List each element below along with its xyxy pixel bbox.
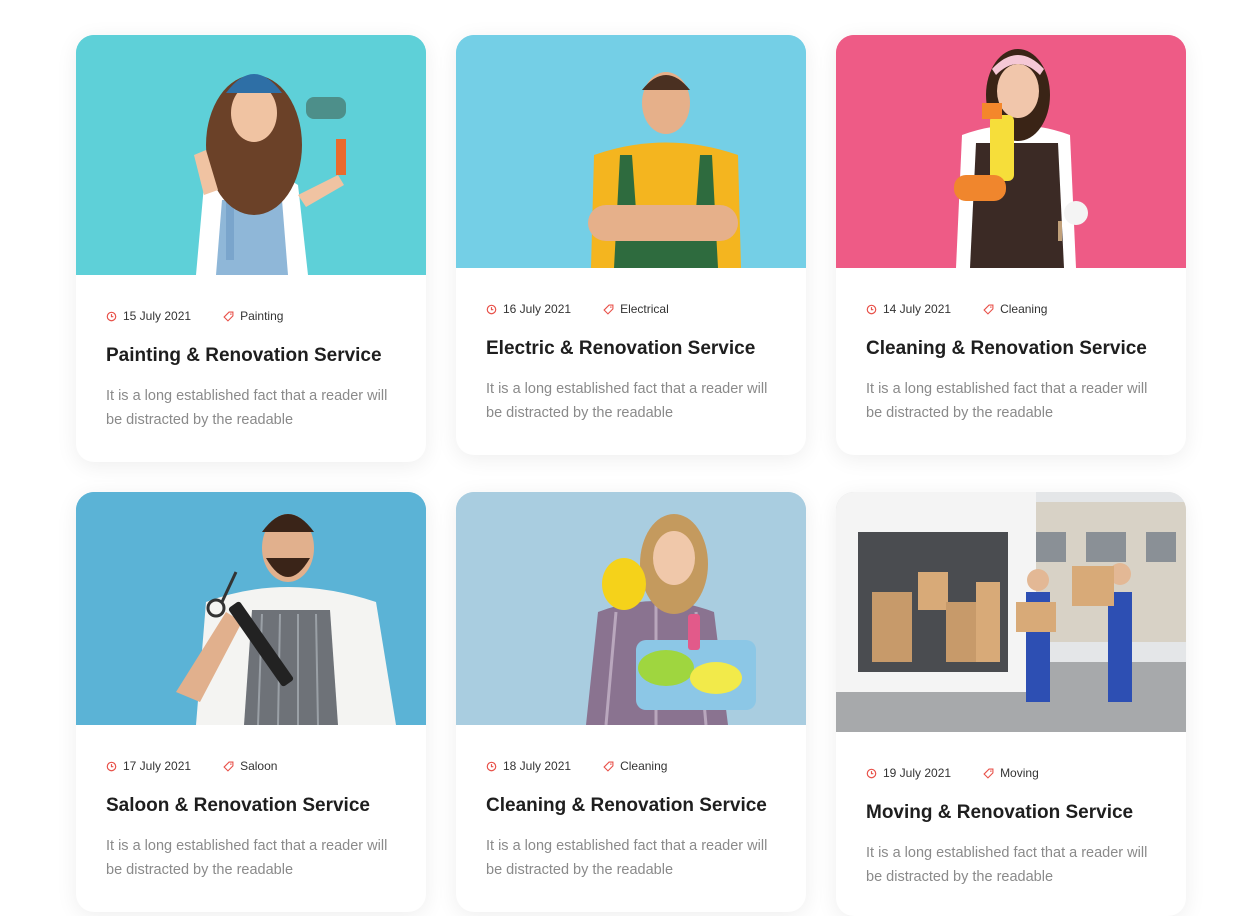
category-meta[interactable]: Moving <box>983 766 1039 780</box>
clock-icon <box>866 768 877 778</box>
card-title[interactable]: Saloon & Renovation Service <box>106 794 396 818</box>
clock-icon <box>106 761 117 771</box>
card-category[interactable]: Saloon <box>240 759 277 773</box>
category-meta[interactable]: Cleaning <box>603 759 667 773</box>
date-meta: 14 July 2021 <box>866 302 951 316</box>
card-description: It is a long established fact that a rea… <box>486 838 768 878</box>
card-image[interactable] <box>836 35 1186 268</box>
cleaning-woman-image <box>836 35 1186 268</box>
barber-man-image <box>76 492 426 725</box>
tag-icon <box>603 761 614 772</box>
card-title[interactable]: Electric & Renovation Service <box>486 337 776 361</box>
cleaning-woman-basket-image <box>456 492 806 725</box>
card-meta: 17 July 2021 Saloon <box>106 758 396 774</box>
card-description: It is a long established fact that a rea… <box>866 845 1148 885</box>
card-title[interactable]: Painting & Renovation Service <box>106 344 396 368</box>
card-title[interactable]: Cleaning & Renovation Service <box>866 337 1156 361</box>
tag-icon <box>983 304 994 315</box>
category-meta[interactable]: Cleaning <box>983 302 1047 316</box>
card-description: It is a long established fact that a rea… <box>486 381 768 421</box>
card-meta: 15 July 2021 Painting <box>106 308 396 324</box>
tag-icon <box>223 761 234 772</box>
card-category[interactable]: Cleaning <box>620 759 667 773</box>
date-meta: 15 July 2021 <box>106 309 191 323</box>
card-meta: 18 July 2021 Cleaning <box>486 758 776 774</box>
service-card-saloon[interactable]: 17 July 2021 Saloon Saloon & Renovation … <box>76 492 426 912</box>
card-date: 18 July 2021 <box>503 759 572 773</box>
card-category[interactable]: Painting <box>240 309 283 323</box>
card-date: 16 July 2021 <box>503 302 572 316</box>
card-date: 14 July 2021 <box>883 302 952 316</box>
service-card-painting[interactable]: 15 July 2021 Painting Painting & Renovat… <box>76 35 426 462</box>
card-description: It is a long established fact that a rea… <box>106 838 388 878</box>
service-card-cleaning-2[interactable]: 18 July 2021 Cleaning Cleaning & Renovat… <box>456 492 806 912</box>
card-title[interactable]: Cleaning & Renovation Service <box>486 794 776 818</box>
card-description: It is a long established fact that a rea… <box>866 381 1148 421</box>
category-meta[interactable]: Painting <box>223 309 283 323</box>
card-category[interactable]: Moving <box>1000 766 1039 780</box>
card-meta: 19 July 2021 Moving <box>866 765 1156 781</box>
card-meta: 14 July 2021 Cleaning <box>866 301 1156 317</box>
painter-woman-image <box>76 35 426 275</box>
tag-icon <box>983 768 994 779</box>
card-title[interactable]: Moving & Renovation Service <box>866 801 1156 825</box>
tag-icon <box>223 311 234 322</box>
card-image[interactable] <box>76 35 426 275</box>
clock-icon <box>486 304 497 314</box>
card-image[interactable] <box>456 35 806 268</box>
card-description: It is a long established fact that a rea… <box>106 388 388 428</box>
service-card-cleaning[interactable]: 14 July 2021 Cleaning Cleaning & Renovat… <box>836 35 1186 455</box>
card-date: 15 July 2021 <box>123 309 192 323</box>
clock-icon <box>486 761 497 771</box>
date-meta: 19 July 2021 <box>866 766 951 780</box>
clock-icon <box>866 304 877 314</box>
date-meta: 16 July 2021 <box>486 302 571 316</box>
card-category[interactable]: Cleaning <box>1000 302 1047 316</box>
service-card-moving[interactable]: 19 July 2021 Moving Moving & Renovation … <box>836 492 1186 916</box>
date-meta: 17 July 2021 <box>106 759 191 773</box>
card-date: 19 July 2021 <box>883 766 952 780</box>
card-image[interactable] <box>456 492 806 725</box>
card-category[interactable]: Electrical <box>620 302 669 316</box>
card-image[interactable] <box>836 492 1186 732</box>
movers-van-image <box>836 492 1186 732</box>
clock-icon <box>106 311 117 321</box>
card-meta: 16 July 2021 Electrical <box>486 301 776 317</box>
category-meta[interactable]: Electrical <box>603 302 669 316</box>
card-image[interactable] <box>76 492 426 725</box>
category-meta[interactable]: Saloon <box>223 759 277 773</box>
date-meta: 18 July 2021 <box>486 759 571 773</box>
electrician-man-image <box>456 35 806 268</box>
service-card-electric[interactable]: 16 July 2021 Electrical Electric & Renov… <box>456 35 806 455</box>
card-date: 17 July 2021 <box>123 759 192 773</box>
tag-icon <box>603 304 614 315</box>
